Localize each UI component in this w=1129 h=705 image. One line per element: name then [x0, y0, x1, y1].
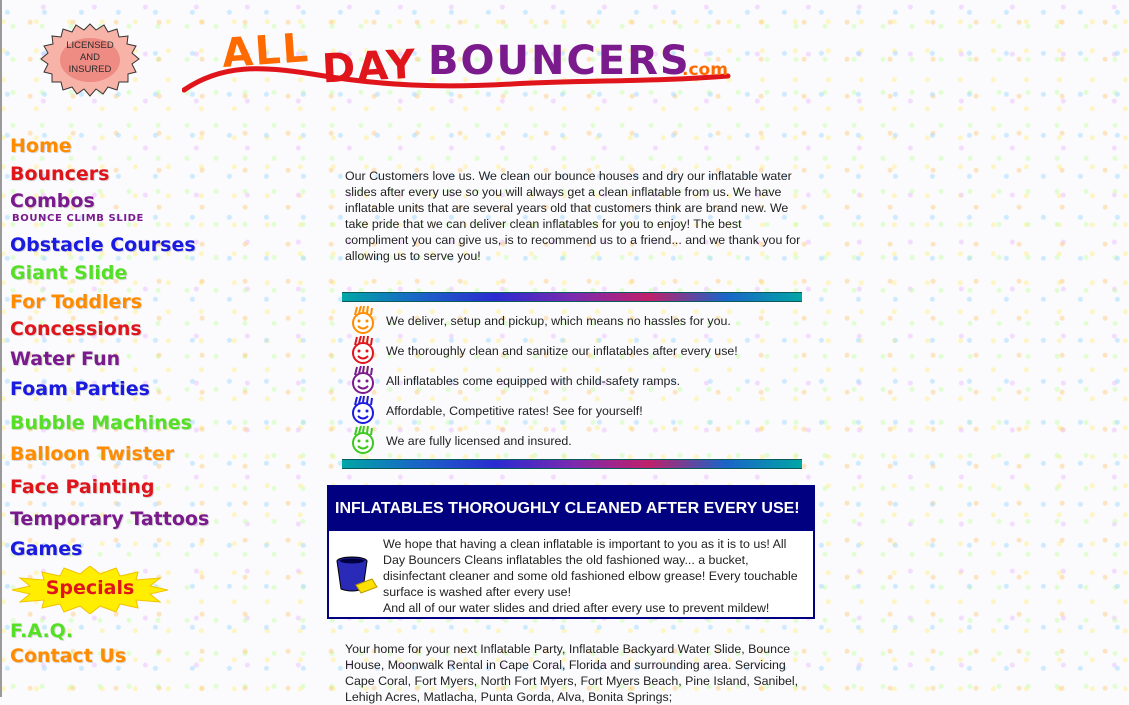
- feature-text: All inflatables come equipped with child…: [386, 374, 681, 388]
- feature-item: Affordable, Competitive rates! See for y…: [350, 396, 810, 424]
- nav-bubble-machines[interactable]: Bubble Machines: [10, 412, 192, 434]
- nav-obstacle-courses[interactable]: Obstacle Courses: [10, 234, 196, 256]
- logo-word-day: DAY: [320, 41, 419, 93]
- smiley-icon: [352, 306, 374, 334]
- nav-for-toddlers[interactable]: For Toddlers: [10, 291, 142, 313]
- site-logo[interactable]: ALL DAY BOUNCERS .com: [182, 24, 742, 98]
- cleaning-info-box: INFLATABLES THOROUGHLY CLEANED AFTER EVE…: [327, 485, 815, 619]
- smiley-icon: [352, 396, 374, 424]
- feature-text: Affordable, Competitive rates! See for y…: [386, 404, 643, 418]
- feature-item: We thoroughly clean and sanitize our inf…: [350, 336, 810, 364]
- nav-bouncers[interactable]: Bouncers: [10, 163, 109, 185]
- nav-giant-slide[interactable]: Giant Slide: [10, 262, 127, 284]
- nav-combos[interactable]: Combos: [10, 190, 95, 212]
- nav-contact-us[interactable]: Contact Us: [10, 645, 126, 667]
- feature-text: We are fully licensed and insured.: [386, 434, 572, 448]
- feature-text: We thoroughly clean and sanitize our inf…: [386, 344, 738, 358]
- feature-text: We deliver, setup and pickup, which mean…: [386, 314, 731, 328]
- logo-word-all: ALL: [220, 24, 312, 78]
- feature-item: We deliver, setup and pickup, which mean…: [350, 306, 810, 334]
- badge-text: LICENSED AND INSURED: [66, 40, 114, 75]
- cleaning-box-heading: INFLATABLES THOROUGHLY CLEANED AFTER EVE…: [329, 487, 813, 531]
- nav-games[interactable]: Games: [10, 538, 82, 560]
- smiley-icon: [352, 366, 374, 394]
- nav-foam-parties[interactable]: Foam Parties: [10, 378, 150, 400]
- nav-face-painting[interactable]: Face Painting: [10, 476, 154, 498]
- cleaning-box-paragraph: And all of our water slides and dried af…: [383, 601, 770, 615]
- feature-item: We are fully licensed and insured.: [350, 426, 810, 454]
- nav-balloon-twister[interactable]: Balloon Twister: [10, 443, 174, 465]
- specials-label: Specials: [45, 577, 135, 599]
- rainbow-divider-bottom: [342, 459, 802, 469]
- specials-button[interactable]: Specials: [11, 565, 169, 615]
- nav-combos-subtitle[interactable]: BOUNCE CLIMB SLIDE: [12, 213, 144, 224]
- logo-suffix: .com: [682, 60, 728, 80]
- nav-concessions[interactable]: Concessions: [10, 318, 142, 340]
- nav-faq[interactable]: F.A.Q.: [10, 620, 73, 642]
- nav-water-fun[interactable]: Water Fun: [10, 348, 120, 370]
- feature-item: All inflatables come equipped with child…: [350, 366, 810, 394]
- smiley-icon: [352, 336, 374, 364]
- nav-temporary-tattoos[interactable]: Temporary Tattoos: [10, 508, 209, 530]
- smiley-icon: [352, 426, 374, 454]
- licensed-insured-badge: LICENSED AND INSURED: [40, 22, 140, 98]
- cleaning-box-text: We hope that having a clean inflatable i…: [383, 536, 803, 616]
- logo-word-bouncers: BOUNCERS: [428, 38, 691, 84]
- nav-home[interactable]: Home: [10, 135, 72, 157]
- service-area-paragraph: Your home for your next Inflatable Party…: [345, 642, 799, 704]
- intro-paragraph: Our Customers love us. We clean our boun…: [345, 169, 801, 263]
- rainbow-divider-top: [342, 292, 802, 302]
- bucket-sponge-icon: [336, 556, 378, 594]
- cleaning-box-paragraph: We hope that having a clean inflatable i…: [383, 537, 798, 599]
